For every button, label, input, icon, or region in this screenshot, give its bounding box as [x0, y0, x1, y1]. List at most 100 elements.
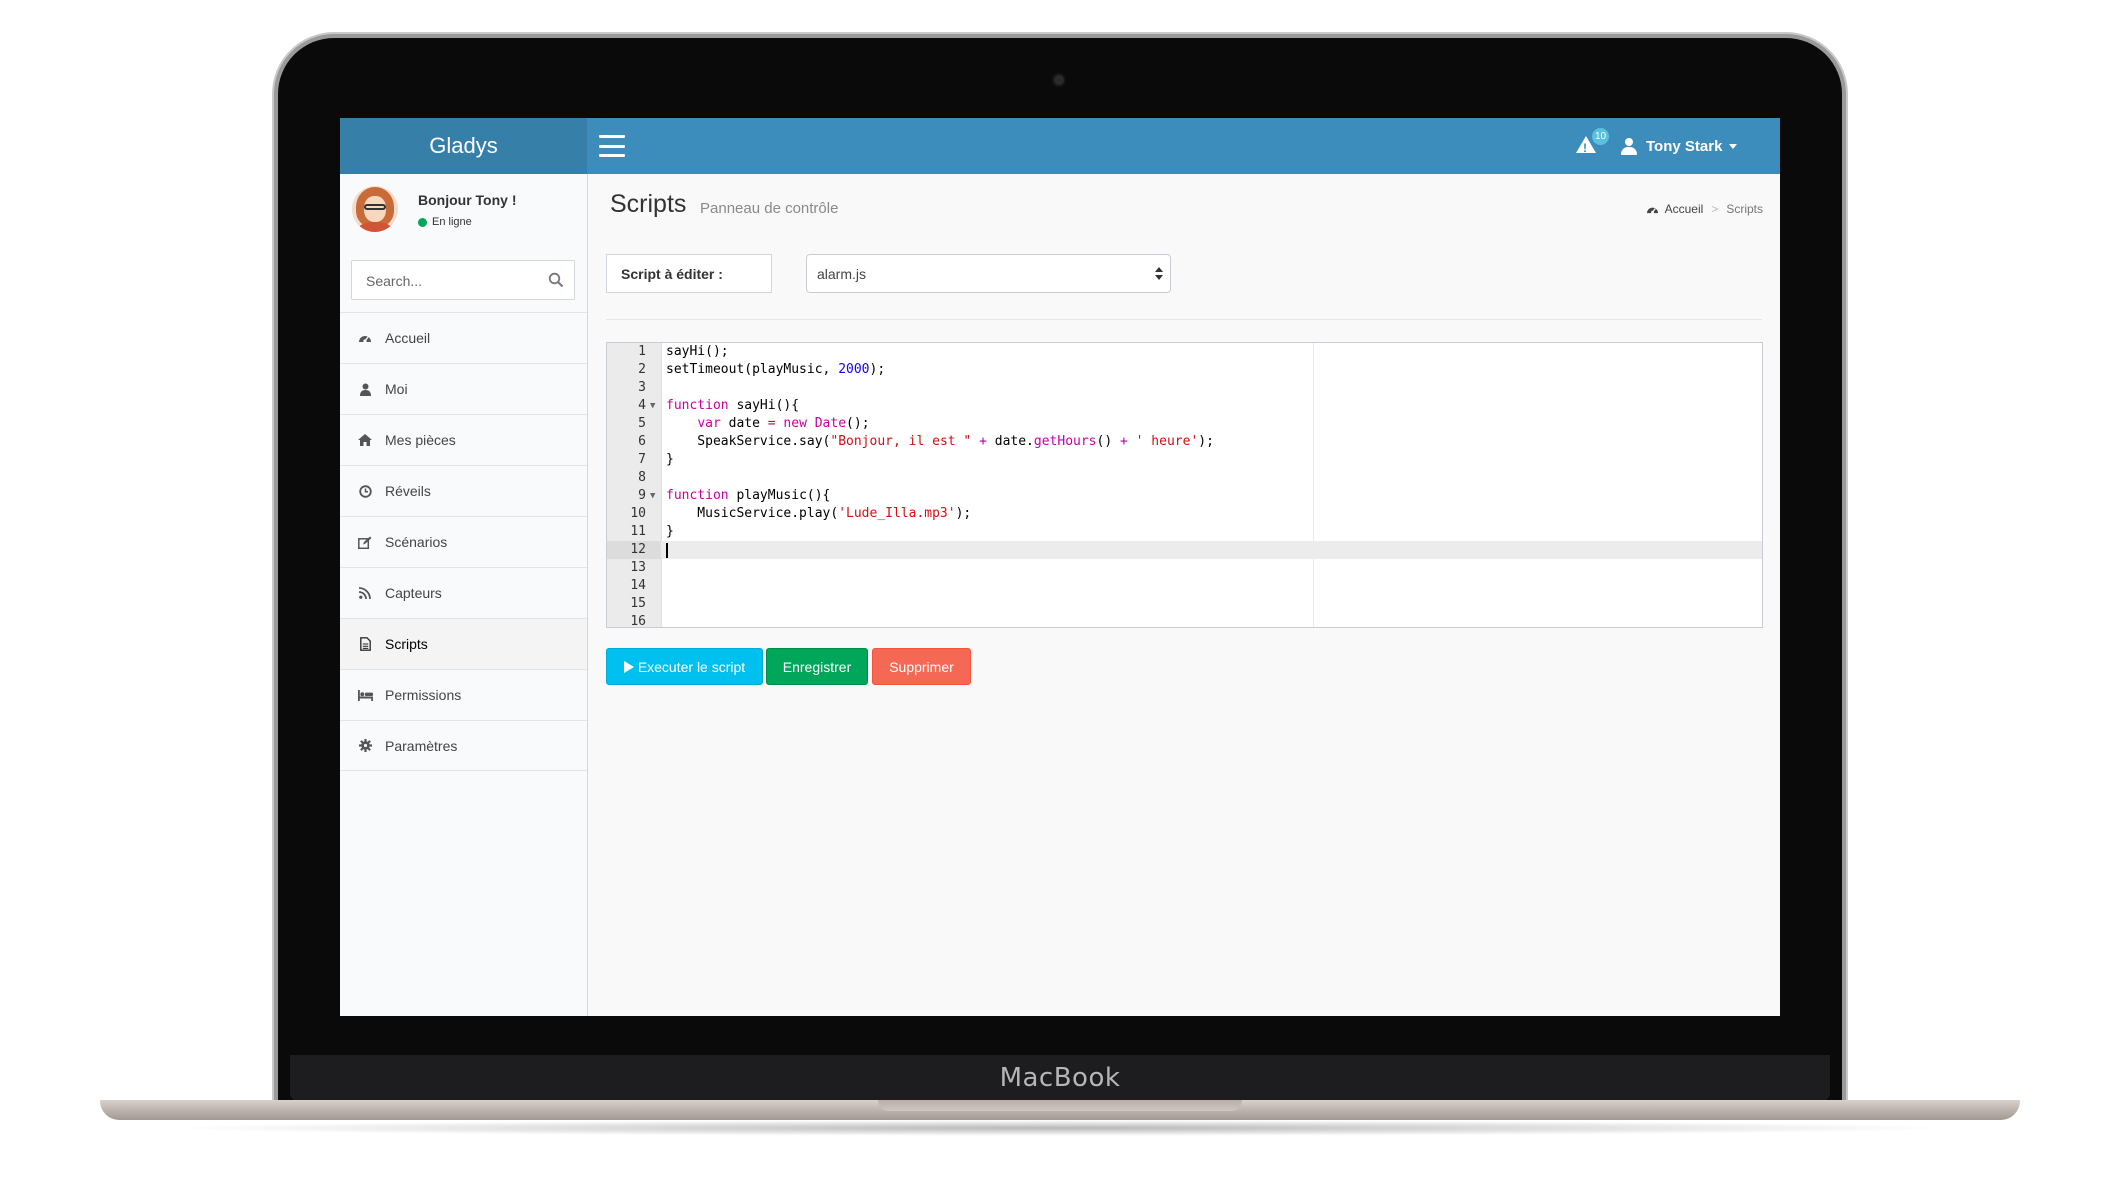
run-script-button[interactable]: Executer le script: [606, 648, 763, 685]
user-status: En ligne: [418, 216, 472, 228]
fold-arrow-icon[interactable]: ▼: [650, 487, 655, 505]
code-line: 15: [607, 595, 1762, 613]
script-select-value: alarm.js: [817, 265, 867, 282]
line-number: 11: [630, 524, 646, 539]
app-brand[interactable]: Gladys: [340, 118, 587, 174]
code-line: 2 setTimeout(playMusic, 2000);: [607, 361, 1762, 379]
sidebar-item-label: Réveils: [385, 483, 431, 499]
bed-icon: [357, 687, 373, 703]
hamburger-icon-bar: [599, 135, 625, 138]
search-input[interactable]: [352, 261, 548, 301]
user-greeting: Bonjour Tony !: [418, 192, 517, 208]
notifications-count-badge: 10: [1592, 128, 1609, 145]
hamburger-icon-bar: [599, 154, 625, 157]
save-label: Enregistrer: [782, 658, 852, 675]
laptop-shadow: [160, 1120, 1960, 1136]
page-subtitle: Panneau de contrôle: [700, 200, 839, 217]
code-line: 1 sayHi();: [607, 343, 1762, 361]
divider: [606, 319, 1762, 320]
clock-icon: [357, 483, 373, 499]
screen: Gladys ! 10 Tony Stark Bonjour Tony ! En…: [340, 118, 1780, 1016]
code-line: 7 }: [607, 451, 1762, 469]
breadcrumb-home-label: Accueil: [1664, 202, 1704, 216]
code-line: 13: [607, 559, 1762, 577]
sidebar-item-permissions[interactable]: Permissions: [340, 669, 587, 720]
delete-button[interactable]: Supprimer: [872, 648, 971, 685]
line-number: 3: [638, 380, 646, 395]
dashboard-icon: [357, 330, 373, 346]
sidebar-item-scripts[interactable]: Scripts: [340, 618, 587, 669]
sidebar-item-label: Scénarios: [385, 534, 448, 550]
line-number: 16: [630, 614, 646, 628]
code-line: 11 }: [607, 523, 1762, 541]
script-select-label: Script à éditer :: [606, 254, 772, 293]
line-number: 4: [638, 398, 646, 413]
sidebar-item-label: Capteurs: [385, 585, 442, 601]
fold-arrow-icon[interactable]: ▼: [650, 397, 655, 415]
user-menu-dropdown[interactable]: Tony Stark: [1621, 118, 1738, 174]
breadcrumb: Accueil > Scripts: [1646, 202, 1763, 216]
delete-label: Supprimer: [889, 658, 954, 675]
file-icon: [357, 636, 373, 652]
user-name: Tony Stark: [1646, 137, 1723, 155]
caret-down-icon: [1729, 143, 1738, 149]
code-line: 12: [607, 541, 1762, 559]
rss-icon: [357, 585, 373, 601]
run-script-label: Executer le script: [637, 658, 746, 675]
breadcrumb-home-link[interactable]: Accueil: [1646, 202, 1704, 216]
code-editor[interactable]: 1 sayHi(); 2 setTimeout(playMusic, 2000)…: [606, 342, 1763, 628]
text-cursor: [666, 543, 668, 558]
line-number: 14: [630, 578, 646, 593]
content: Scripts Panneau de contrôle Accueil > Sc…: [588, 174, 1780, 1016]
script-select[interactable]: alarm.js: [806, 254, 1171, 293]
sidebar-item-parametres[interactable]: Paramètres: [340, 720, 587, 771]
line-number: 1: [638, 344, 646, 359]
line-number: 10: [630, 506, 646, 521]
sidebar-item-mes-pieces[interactable]: Mes pièces: [340, 414, 587, 465]
hamburger-icon-bar: [599, 144, 625, 148]
search-icon[interactable]: [548, 272, 564, 288]
user-icon: [1621, 137, 1637, 155]
line-number: 2: [638, 362, 646, 377]
avatar: [352, 186, 398, 232]
sidebar-item-reveils[interactable]: Réveils: [340, 465, 587, 516]
code-line: 16: [607, 613, 1762, 628]
home-icon: [357, 432, 373, 448]
user-status-label: En ligne: [432, 216, 472, 228]
laptop-notch: [878, 1100, 1242, 1111]
gear-icon: [357, 738, 373, 754]
sidebar: Bonjour Tony ! En ligne Accueil: [340, 174, 588, 1016]
edit-icon: [357, 534, 373, 550]
online-status-dot-icon: [418, 217, 427, 227]
line-number: 9: [638, 488, 646, 503]
code-line: 8: [607, 469, 1762, 487]
code-line: 4 ▼ function sayHi(){: [607, 397, 1762, 415]
line-number: 12: [630, 542, 646, 557]
user-icon: [357, 381, 373, 397]
code-line: 14: [607, 577, 1762, 595]
sidebar-item-scenarios[interactable]: Scénarios: [340, 516, 587, 567]
sidebar-item-label: Moi: [385, 381, 408, 397]
play-icon: [623, 660, 634, 673]
sidebar-item-capteurs[interactable]: Capteurs: [340, 567, 587, 618]
breadcrumb-separator: >: [1711, 202, 1719, 216]
notifications-button[interactable]: ! 10: [1574, 128, 1609, 162]
sidebar-menu: Accueil Moi Mes pièces Réveils Scénarios…: [340, 312, 587, 771]
sidebar-item-label: Scripts: [385, 636, 428, 652]
sidebar-item-accueil[interactable]: Accueil: [340, 312, 587, 363]
page-title: Scripts: [610, 190, 687, 218]
select-arrows-icon: [1155, 267, 1163, 282]
bottom-bezel: MacBook: [290, 1055, 1830, 1101]
editor-lines: 1 sayHi(); 2 setTimeout(playMusic, 2000)…: [607, 343, 1762, 628]
breadcrumb-current: Scripts: [1726, 202, 1763, 216]
code-line: 3: [607, 379, 1762, 397]
sidebar-item-moi[interactable]: Moi: [340, 363, 587, 414]
sidebar-item-label: Mes pièces: [385, 432, 456, 448]
save-button[interactable]: Enregistrer: [766, 648, 868, 685]
line-number: 7: [638, 452, 646, 467]
user-panel: Bonjour Tony ! En ligne: [340, 174, 587, 244]
line-number: 13: [630, 560, 646, 575]
line-number: 5: [638, 416, 646, 431]
sidebar-toggle-button[interactable]: [599, 135, 625, 157]
code-line: 6 SpeakService.say("Bonjour, il est " + …: [607, 433, 1762, 451]
